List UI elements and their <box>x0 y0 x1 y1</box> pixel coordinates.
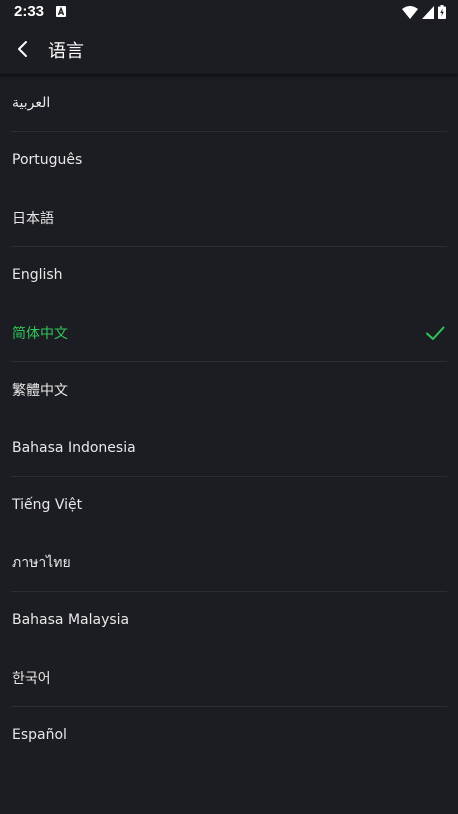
language-item[interactable]: ภาษาไทย <box>0 534 458 592</box>
language-item-selected[interactable]: 简体中文 <box>0 304 458 362</box>
status-bar: 2:33 <box>0 0 458 24</box>
page-title: 语言 <box>48 41 84 62</box>
back-arrow-icon[interactable] <box>10 36 36 62</box>
notification-a-icon <box>56 6 66 17</box>
language-label: 繁體中文 <box>12 383 68 400</box>
language-item[interactable]: Bahasa Indonesia <box>0 419 458 477</box>
language-item[interactable]: Português <box>0 132 458 190</box>
cellular-signal-icon <box>422 5 434 19</box>
wifi-icon <box>402 5 418 19</box>
language-label: English <box>12 267 63 284</box>
language-item[interactable]: Español <box>0 707 458 765</box>
language-item[interactable]: 日本語 <box>0 189 458 247</box>
language-item[interactable]: 繁體中文 <box>0 362 458 420</box>
language-item[interactable]: 한국어 <box>0 649 458 707</box>
language-item[interactable]: English <box>0 247 458 305</box>
language-item[interactable]: Tiếng Việt <box>0 477 458 535</box>
language-label: 한국어 <box>12 670 51 687</box>
language-item[interactable]: Bahasa Malaysia <box>0 592 458 650</box>
language-list: العربية Português 日本語 English 简体中文 繁體中文 … <box>0 74 458 764</box>
language-label: 日本語 <box>12 210 54 227</box>
status-icons <box>402 5 446 19</box>
language-label: Português <box>12 152 83 169</box>
language-label: Bahasa Malaysia <box>12 612 130 629</box>
app-bar: 语言 <box>0 24 458 74</box>
language-label: العربية <box>12 94 51 111</box>
language-label: Tiếng Việt <box>12 497 83 514</box>
status-time: 2:33 <box>14 3 45 20</box>
language-label: ภาษาไทย <box>12 554 71 571</box>
language-label: 简体中文 <box>12 325 68 342</box>
language-item[interactable]: العربية <box>0 74 458 132</box>
checkmark-icon <box>426 326 445 340</box>
language-label: Español <box>12 727 67 744</box>
battery-charging-icon <box>438 5 446 19</box>
language-label: Bahasa Indonesia <box>12 439 136 456</box>
